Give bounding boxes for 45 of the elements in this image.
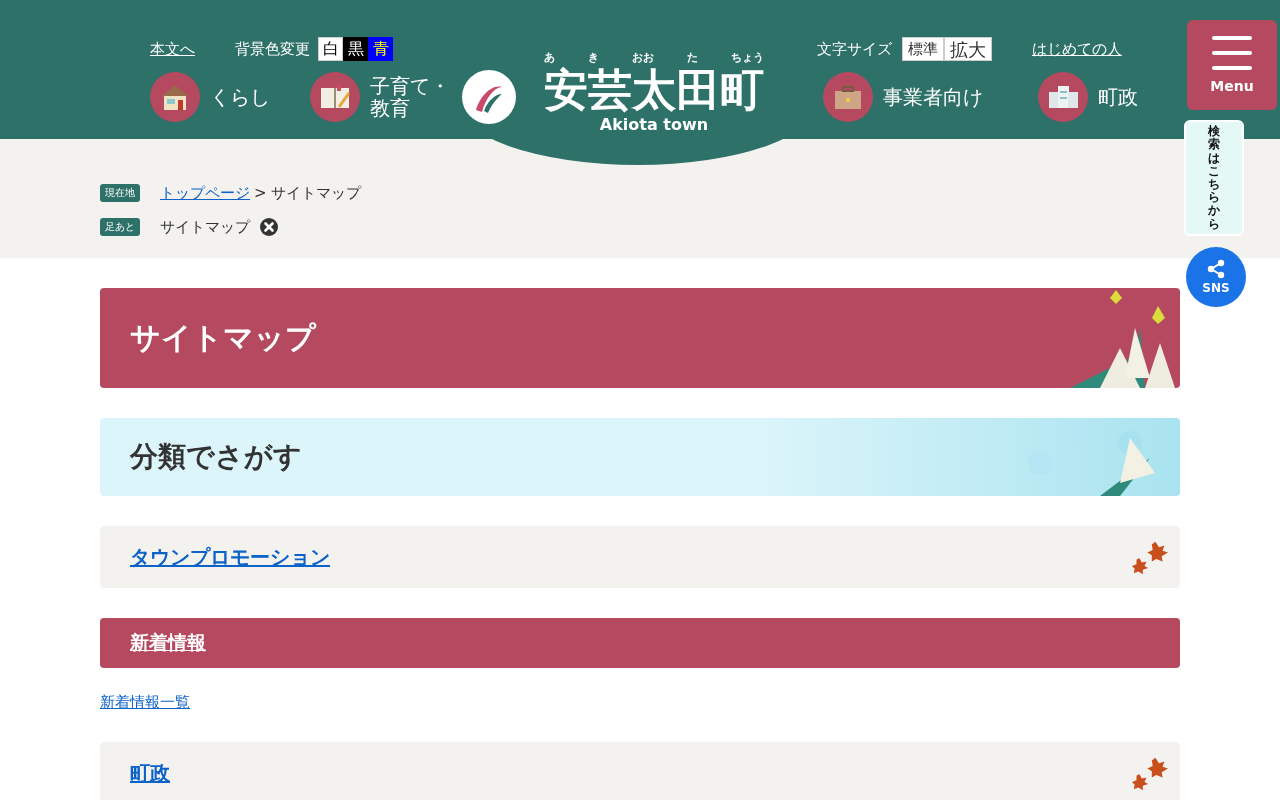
nav-link[interactable]: くらし [210,86,270,108]
share-icon [1206,259,1226,279]
menu-icon [1212,36,1252,70]
menu-button[interactable]: Menu [1187,20,1277,110]
font-size-option[interactable]: 拡大 [944,37,992,61]
book-icon[interactable] [310,72,360,122]
search-tab[interactable]: 検索はこちらから [1184,120,1244,236]
logo-reading: ちょう [731,50,764,65]
logo-reading: き [588,50,599,65]
logo-reading: た [687,50,698,65]
font-size-option[interactable]: 標準 [902,37,944,61]
section-heading: 分類でさがす [130,439,302,475]
skip-link[interactable]: 本文へ [150,39,195,59]
location-badge: 現在地 [100,184,140,202]
footprint-link[interactable]: サイトマップ [160,217,250,237]
house-icon[interactable] [150,72,200,122]
maple-leaf-drawing [1132,756,1168,792]
category-link[interactable]: 新着情報 [130,630,206,656]
nav-link[interactable]: 町政 [1098,86,1138,108]
nav-link[interactable]: 子育て・ 教育 [370,75,450,119]
background-color-option[interactable]: 青 [368,37,393,61]
building-icon[interactable] [1038,72,1088,122]
emblem-icon[interactable] [462,70,516,124]
sns-button[interactable]: SNS [1186,247,1246,307]
close-icon[interactable] [260,218,278,236]
page-title: サイトマップ [130,318,316,357]
background-color-option[interactable]: 白 [318,37,343,61]
nav-link[interactable]: 事業者向け [883,86,983,108]
logo-subtitle: Akiota town [599,115,709,134]
font-size-label: 文字サイズ [817,39,892,59]
logo-title[interactable]: 安芸太田町 [544,65,764,115]
logo-reading: あ [544,50,555,65]
breadcrumb-current: サイトマップ [270,183,361,203]
sitemap-link[interactable]: 新着情報一覧 [100,693,190,711]
footprint-badge: 足あと [100,218,140,236]
category-link[interactable]: タウンプロモーション [130,543,330,571]
maple-leaf-drawing [1132,540,1168,576]
category-link[interactable]: 町政 [130,759,170,787]
breadcrumb-separator: > [254,184,267,202]
briefcase-icon[interactable] [823,72,873,122]
breadcrumb-link[interactable]: トップページ [160,183,250,203]
logo-reading: おお [632,50,654,65]
background-color-option[interactable]: 黒 [343,37,368,61]
background-color-label: 背景色変更 [235,39,310,59]
first-time-link[interactable]: はじめての人 [1032,39,1122,59]
